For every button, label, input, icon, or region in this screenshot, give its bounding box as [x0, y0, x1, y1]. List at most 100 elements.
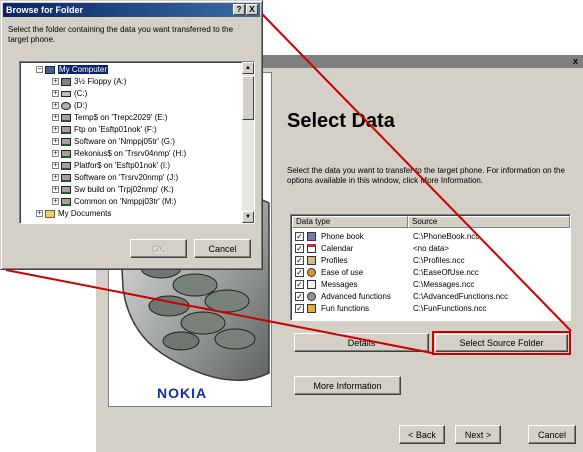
tree-item-label: Ftp on 'Esftp01nok' (F:) — [74, 125, 157, 134]
expand-toggle[interactable]: + — [52, 198, 59, 206]
list-item[interactable]: ✓ Messages C:\Messages.ncc — [293, 279, 569, 290]
expand-toggle[interactable]: + — [52, 126, 59, 134]
data-type-name: Calendar — [321, 244, 354, 253]
tree-item[interactable]: + My Documents — [36, 208, 111, 219]
floppy-icon — [61, 77, 71, 86]
tree-item-label: 3½ Floppy (A:) — [74, 77, 127, 86]
network-drive-icon — [61, 125, 71, 134]
help-button[interactable]: ? — [233, 4, 245, 15]
browse-for-folder-dialog: Browse for Folder ? X Select the folder … — [0, 0, 263, 270]
scroll-thumb[interactable] — [242, 76, 254, 120]
data-source-path: C:\PhoneBook.ncc — [413, 232, 480, 241]
checkbox[interactable]: ✓ — [295, 268, 304, 277]
tree-item[interactable]: + Sw build on 'Trpj02nmp' (K:) — [52, 184, 174, 195]
data-type-list: Data type Source ✓ Phone book C:\PhoneBo… — [290, 214, 571, 321]
data-source-path: C:\AdvancedFunctions.ncc — [413, 292, 509, 301]
details-button[interactable]: Details — [294, 333, 429, 352]
expand-toggle[interactable]: + — [52, 174, 59, 182]
tree-item-label: Temp$ on 'Trepc2029' (E:) — [74, 113, 168, 122]
data-type-name: Ease of use — [321, 268, 364, 277]
page-description: Select the data you want to transfer to … — [287, 166, 565, 185]
tree-item[interactable]: + Software on 'Nmppj05tr' (G:) — [52, 136, 175, 147]
tree-item[interactable]: + Ftp on 'Esftp01nok' (F:) — [52, 124, 157, 135]
tree-item-my-computer[interactable]: − My Computer — [36, 64, 109, 75]
drive-icon — [61, 90, 71, 97]
page-title: Select Data — [287, 110, 395, 132]
collapse-toggle[interactable]: − — [36, 66, 43, 74]
data-source-path: <no data> — [413, 244, 450, 253]
data-type-name: Advanced functions — [321, 292, 391, 301]
advanced-functions-icon — [307, 292, 316, 301]
column-header-source[interactable]: Source — [408, 216, 570, 228]
fun-functions-icon — [307, 304, 316, 313]
tree-item[interactable]: + (C:) — [52, 88, 87, 99]
dialog-cancel-button[interactable]: Cancel — [194, 239, 251, 258]
scroll-down-button[interactable]: ▼ — [242, 211, 254, 223]
data-type-name: Messages — [321, 280, 358, 289]
network-drive-icon — [61, 161, 71, 170]
expand-toggle[interactable]: + — [52, 90, 59, 98]
data-source-path: C:\Messages.ncc — [413, 280, 475, 289]
tree-item[interactable]: + Temp$ on 'Trepc2029' (E:) — [52, 112, 167, 123]
expand-toggle[interactable]: + — [52, 186, 59, 194]
list-item[interactable]: ✓ Profiles C:\Profiles.ncc — [293, 255, 569, 266]
ok-button[interactable]: OK — [130, 239, 187, 258]
data-source-path: C:\FunFunctions.ncc — [413, 304, 487, 313]
folder-tree: − My Computer +3½ Floppy (A:) + (C:) + (D:)… — [19, 61, 255, 224]
calendar-icon — [307, 244, 316, 253]
expand-toggle[interactable]: + — [52, 138, 59, 146]
dialog-titlebar: Browse for Folder ? X — [3, 3, 260, 17]
cd-drive-icon — [61, 101, 71, 110]
next-button[interactable]: Next > — [455, 425, 501, 444]
dialog-prompt: Select the folder containing the data yo… — [8, 25, 234, 44]
tree-item-label: My Documents — [58, 209, 112, 218]
checkbox[interactable]: ✓ — [295, 232, 304, 241]
messages-icon — [307, 280, 316, 289]
dialog-close-button[interactable]: X — [246, 4, 258, 15]
ease-of-use-icon — [307, 268, 316, 277]
scroll-up-button[interactable]: ▲ — [242, 62, 254, 74]
expand-toggle[interactable]: + — [52, 78, 59, 86]
network-drive-icon — [61, 149, 71, 158]
list-item[interactable]: ✓ Phone book C:\PhoneBook.ncc — [293, 231, 569, 242]
list-item[interactable]: ✓ Calendar <no data> — [293, 243, 569, 254]
checkbox[interactable]: ✓ — [295, 304, 304, 313]
tree-item[interactable]: + Rekonius$ on 'Trsrv04nmp' (H:) — [52, 148, 186, 159]
data-source-path: C:\EaseOfUse.ncc — [413, 268, 479, 277]
cancel-button[interactable]: Cancel — [528, 425, 576, 444]
address-book-icon — [307, 232, 316, 241]
expand-toggle[interactable]: + — [52, 114, 59, 122]
expand-toggle[interactable]: + — [36, 210, 43, 218]
tree-item[interactable]: + (D:) — [52, 100, 87, 111]
network-drive-icon — [61, 113, 71, 122]
network-drive-icon — [61, 197, 71, 206]
back-button[interactable]: < Back — [399, 425, 445, 444]
folder-icon — [45, 209, 55, 218]
expand-toggle[interactable]: + — [52, 150, 59, 158]
tree-item[interactable]: +3½ Floppy (A:) — [52, 76, 126, 87]
tree-item[interactable]: + Common on 'Nmppj03tr' (M:) — [52, 196, 176, 207]
data-type-name: Phone book — [321, 232, 364, 241]
checkbox[interactable]: ✓ — [295, 256, 304, 265]
checkbox[interactable]: ✓ — [295, 244, 304, 253]
list-item[interactable]: ✓ Fun functions C:\FunFunctions.ncc — [293, 303, 569, 314]
computer-icon — [45, 65, 55, 74]
expand-toggle[interactable]: + — [52, 102, 59, 110]
tree-item[interactable]: + Platfor$ on 'Esftp01nok' (I:) — [52, 160, 170, 171]
network-drive-icon — [61, 137, 71, 146]
tree-item-label: Common on 'Nmppj03tr' (M:) — [74, 197, 177, 206]
expand-toggle[interactable]: + — [52, 162, 59, 170]
column-header-data-type[interactable]: Data type — [292, 216, 408, 228]
tree-item-label: My Computer — [58, 65, 109, 74]
tree-item-label: Rekonius$ on 'Trsrv04nmp' (H:) — [74, 149, 187, 158]
data-source-path: C:\Profiles.ncc — [413, 256, 465, 265]
more-information-button[interactable]: More Information — [294, 376, 401, 395]
wizard-close-button[interactable]: x — [570, 56, 581, 67]
tree-item-label: Software on 'Trsrv20nmp' (J:) — [74, 173, 179, 182]
tree-item[interactable]: + Software on 'Trsrv20nmp' (J:) — [52, 172, 178, 183]
checkbox[interactable]: ✓ — [295, 280, 304, 289]
tree-scrollbar[interactable]: ▲ ▼ — [242, 62, 254, 223]
checkbox[interactable]: ✓ — [295, 292, 304, 301]
list-item[interactable]: ✓ Advanced functions C:\AdvancedFunction… — [293, 291, 569, 302]
list-item[interactable]: ✓ Ease of use C:\EaseOfUse.ncc — [293, 267, 569, 278]
